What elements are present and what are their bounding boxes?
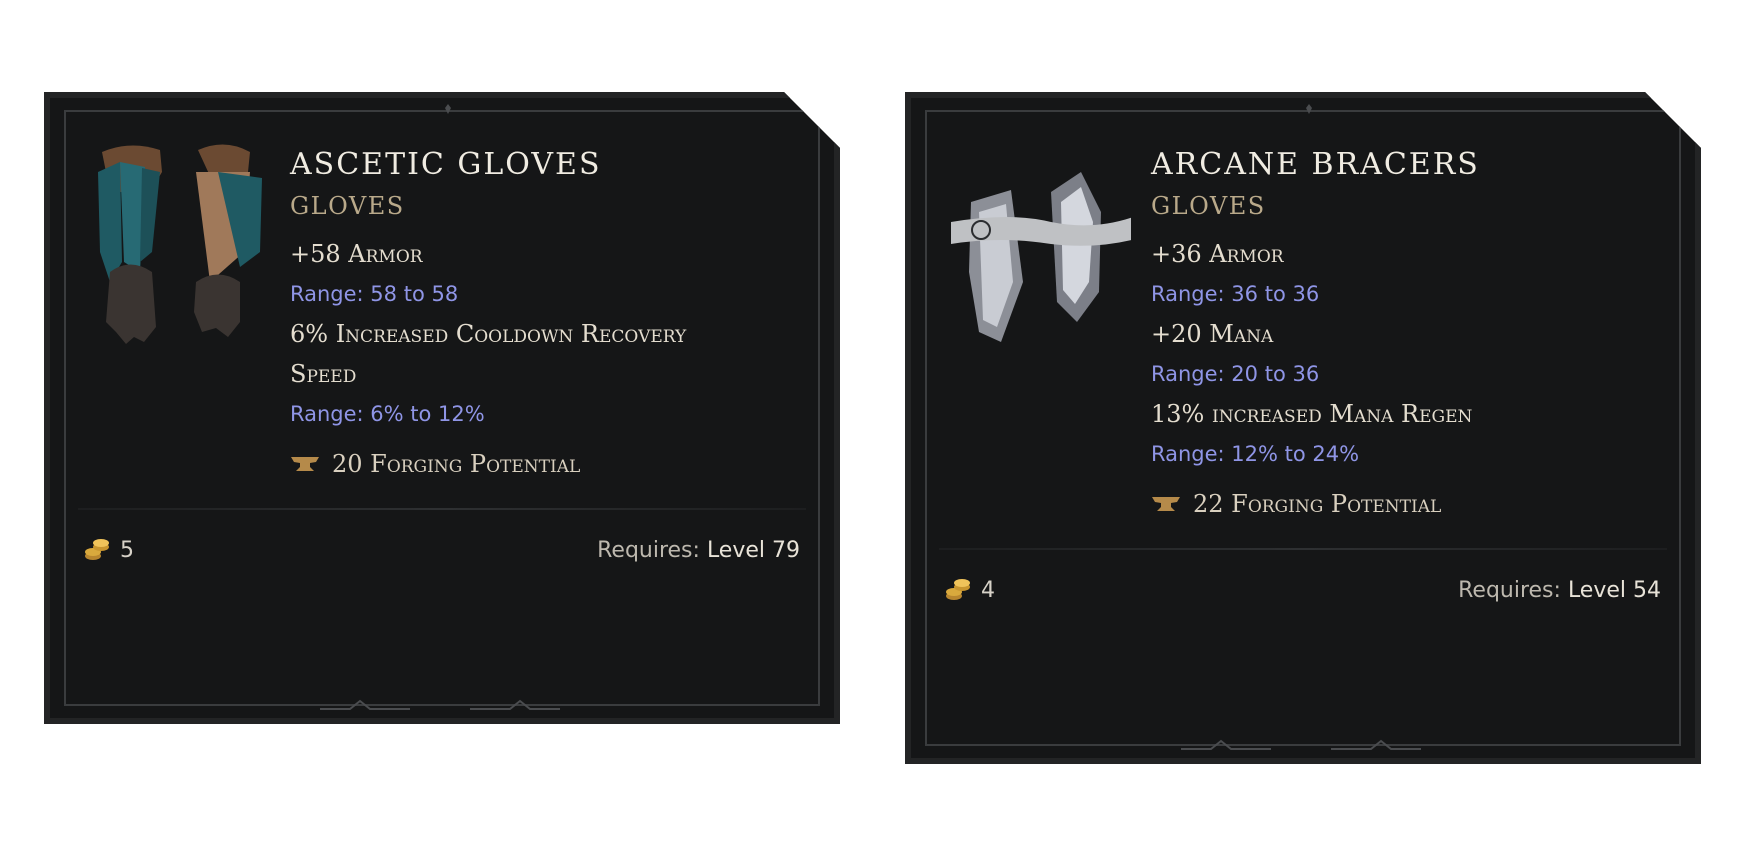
affix-cooldown-range: Range: 6% to 12% — [290, 402, 485, 426]
affix-armor-range: Range: 58 to 58 — [290, 282, 459, 306]
gloves-feathered-icon — [98, 144, 262, 344]
item-info: ARCANE BRACERS GLOVES +36 Armor Range: 3… — [1151, 150, 1671, 524]
anvil-icon — [1152, 497, 1180, 511]
affix-cooldown-cont: Speed — [290, 360, 357, 388]
footer-divider — [939, 548, 1667, 550]
affix-mana: +20 Mana — [1151, 320, 1274, 348]
forging-potential: 22 Forging Potential — [1151, 484, 1671, 524]
item-tooltip-ascetic-gloves: ASCETIC GLOVES GLOVES +58 Armor Range: 5… — [44, 92, 840, 724]
forging-potential-text: 22 Forging Potential — [1193, 490, 1442, 518]
item-name: ARCANE BRACERS — [1151, 147, 1480, 182]
item-name: ASCETIC GLOVES — [290, 147, 602, 182]
frame-ornament-icon — [320, 699, 410, 710]
frame-ornament-icon — [433, 104, 463, 114]
requires-value: Level 79 — [706, 537, 800, 563]
frame-ornament-icon — [1181, 739, 1271, 750]
affix-armor-range: Range: 36 to 36 — [1151, 282, 1320, 306]
item-type: GLOVES — [290, 192, 405, 220]
sell-value: 5 — [84, 538, 134, 563]
item-type: GLOVES — [1151, 192, 1266, 220]
requires-label: Requires: — [597, 537, 700, 563]
level-requirement: Requires: Level 79 — [597, 538, 800, 563]
gold-amount: 5 — [120, 537, 134, 563]
forging-potential: 20 Forging Potential — [290, 444, 810, 484]
affix-mana-regen: 13% increased Mana Regen — [1151, 400, 1473, 428]
gold-coins-icon — [85, 539, 109, 560]
frame-ornament-icon — [1294, 104, 1324, 114]
item-footer: 4 Requires: Level 54 — [945, 568, 1661, 612]
requires-label: Requires: — [1458, 577, 1561, 603]
sell-value: 4 — [945, 578, 995, 603]
requires-value: Level 54 — [1567, 577, 1661, 603]
affix-mana-range: Range: 20 to 36 — [1151, 362, 1320, 386]
item-tooltip-arcane-bracers: ARCANE BRACERS GLOVES +36 Armor Range: 3… — [905, 92, 1701, 764]
affix-mana-regen-range: Range: 12% to 24% — [1151, 442, 1360, 466]
gold-amount: 4 — [981, 577, 995, 603]
footer-divider — [78, 508, 806, 510]
item-info: ASCETIC GLOVES GLOVES +58 Armor Range: 5… — [290, 150, 810, 484]
gold-coins-icon — [946, 579, 970, 600]
anvil-icon — [291, 457, 319, 471]
affix-armor: +58 Armor — [290, 240, 423, 268]
bracers-arcane-icon — [951, 172, 1131, 342]
frame-ornament-icon — [470, 699, 560, 710]
item-footer: 5 Requires: Level 79 — [84, 528, 800, 572]
forging-potential-text: 20 Forging Potential — [332, 450, 581, 478]
affix-cooldown: 6% Increased Cooldown Recovery — [290, 320, 687, 348]
level-requirement: Requires: Level 54 — [1458, 578, 1661, 603]
affix-armor: +36 Armor — [1151, 240, 1284, 268]
frame-ornament-icon — [1331, 739, 1421, 750]
